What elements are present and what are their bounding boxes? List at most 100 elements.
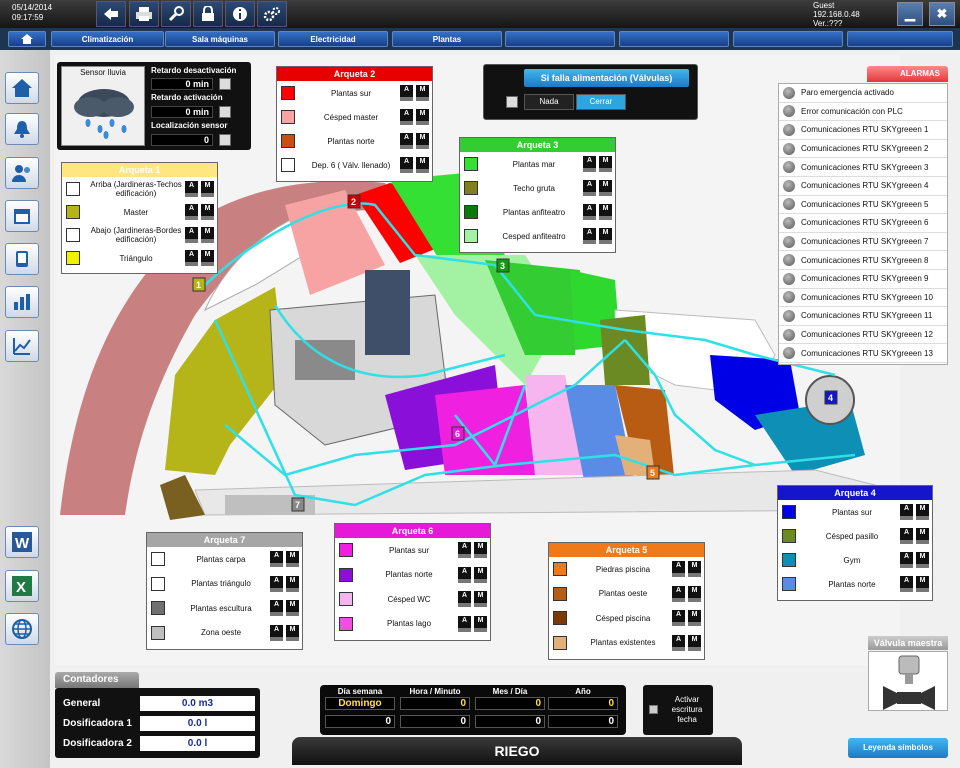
sidebar-excel-button[interactable]: X: [5, 570, 39, 602]
nav-empty-1[interactable]: [505, 31, 615, 47]
activar-escritura-checkbox[interactable]: [649, 705, 658, 714]
option-nada-button[interactable]: Nada: [524, 94, 574, 110]
auto-mode-button[interactable]: A: [185, 181, 198, 197]
auto-mode-button[interactable]: A: [458, 542, 471, 558]
dia-semana-input[interactable]: 0: [325, 715, 395, 728]
auto-mode-button[interactable]: A: [672, 561, 685, 577]
auto-mode-button[interactable]: A: [400, 85, 413, 101]
auto-mode-button[interactable]: A: [583, 228, 596, 244]
dia-semana-value[interactable]: Domingo: [325, 697, 395, 710]
auto-mode-button[interactable]: A: [185, 250, 198, 266]
anio-input[interactable]: 0: [548, 715, 618, 728]
auto-mode-button[interactable]: A: [583, 204, 596, 220]
sidebar-globe-button[interactable]: [5, 613, 39, 645]
manual-mode-button[interactable]: M: [286, 624, 299, 641]
close-icon[interactable]: ✖: [929, 2, 955, 26]
minimize-icon[interactable]: ▁: [897, 2, 923, 26]
back-arrow-icon[interactable]: [96, 1, 126, 27]
auto-mode-button[interactable]: A: [458, 615, 471, 632]
sidebar-users-button[interactable]: [5, 157, 39, 189]
manual-mode-button[interactable]: M: [201, 181, 214, 197]
manual-mode-button[interactable]: M: [916, 576, 929, 592]
retardo-activacion-value[interactable]: 0 min: [151, 106, 213, 118]
manual-mode-button[interactable]: M: [201, 204, 214, 220]
mes-input[interactable]: 0: [475, 715, 545, 728]
auto-mode-button[interactable]: A: [400, 133, 413, 149]
manual-mode-button[interactable]: M: [201, 227, 214, 243]
mes-value[interactable]: 0: [475, 697, 545, 710]
manual-mode-button[interactable]: M: [416, 133, 429, 149]
auto-mode-button[interactable]: A: [900, 528, 913, 544]
auto-mode-button[interactable]: A: [270, 600, 283, 616]
nav-sala-maquinas[interactable]: Sala máquinas: [165, 31, 275, 47]
nav-climatizacion[interactable]: Climatización: [51, 31, 164, 47]
anio-value[interactable]: 0: [548, 697, 618, 710]
sidebar-bar-chart-button[interactable]: [5, 286, 39, 318]
sidebar-home-button[interactable]: [5, 72, 39, 104]
manual-mode-button[interactable]: M: [201, 250, 214, 266]
sidebar-calendar-button[interactable]: [5, 200, 39, 232]
wrench-icon[interactable]: [219, 134, 231, 146]
manual-mode-button[interactable]: M: [474, 542, 487, 558]
manual-mode-button[interactable]: M: [916, 504, 929, 520]
leyenda-simbolos-button[interactable]: Leyenda símbolos: [848, 738, 948, 758]
auto-mode-button[interactable]: A: [900, 504, 913, 520]
auto-mode-button[interactable]: A: [672, 610, 685, 626]
retardo-desactivacion-value[interactable]: 0 min: [151, 78, 213, 90]
print-icon[interactable]: [129, 1, 159, 27]
manual-mode-button[interactable]: M: [599, 228, 612, 244]
nav-empty-3[interactable]: [733, 31, 843, 47]
wrench-icon[interactable]: [219, 106, 231, 118]
sidebar-alarm-button[interactable]: [5, 113, 39, 145]
auto-mode-button[interactable]: A: [400, 109, 413, 125]
hora-input[interactable]: 0: [400, 715, 470, 728]
auto-mode-button[interactable]: A: [583, 156, 596, 172]
lock-icon[interactable]: [193, 1, 223, 27]
wrench-icon[interactable]: [161, 1, 191, 27]
auto-mode-button[interactable]: A: [270, 624, 283, 641]
manual-mode-button[interactable]: M: [688, 610, 701, 626]
manual-mode-button[interactable]: M: [599, 204, 612, 220]
sidebar-word-button[interactable]: W: [5, 526, 39, 558]
auto-mode-button[interactable]: A: [185, 204, 198, 220]
manual-mode-button[interactable]: M: [688, 585, 701, 602]
manual-mode-button[interactable]: M: [474, 566, 487, 583]
manual-mode-button[interactable]: M: [474, 591, 487, 607]
option-cerrar-button[interactable]: Cerrar: [576, 94, 626, 110]
manual-mode-button[interactable]: M: [416, 157, 429, 173]
auto-mode-button[interactable]: A: [270, 575, 283, 592]
nav-electricidad[interactable]: Electricidad: [278, 31, 388, 47]
auto-mode-button[interactable]: A: [900, 552, 913, 568]
info-icon[interactable]: [225, 1, 255, 27]
manual-mode-button[interactable]: M: [416, 109, 429, 125]
manual-mode-button[interactable]: M: [599, 156, 612, 172]
nav-plantas[interactable]: Plantas: [392, 31, 502, 47]
manual-mode-button[interactable]: M: [916, 528, 929, 544]
sidebar-device-button[interactable]: [5, 243, 39, 275]
manual-mode-button[interactable]: M: [599, 180, 612, 196]
auto-mode-button[interactable]: A: [583, 180, 596, 196]
sidebar-line-chart-button[interactable]: [5, 330, 39, 362]
gears-icon[interactable]: [257, 1, 287, 27]
auto-mode-button[interactable]: A: [185, 227, 198, 243]
manual-mode-button[interactable]: M: [286, 600, 299, 616]
manual-mode-button[interactable]: M: [416, 85, 429, 101]
auto-mode-button[interactable]: A: [270, 551, 283, 567]
auto-mode-button[interactable]: A: [900, 576, 913, 592]
nav-home-button[interactable]: [8, 31, 46, 47]
auto-mode-button[interactable]: A: [458, 591, 471, 607]
auto-mode-button[interactable]: A: [400, 157, 413, 173]
hora-value[interactable]: 0: [400, 697, 470, 710]
manual-mode-button[interactable]: M: [688, 634, 701, 651]
nav-empty-4[interactable]: [847, 31, 953, 47]
valvula-maestra-icon[interactable]: [868, 651, 948, 711]
manual-mode-button[interactable]: M: [474, 615, 487, 632]
alarms-header[interactable]: ALARMAS: [867, 66, 948, 82]
wrench-icon[interactable]: [506, 96, 518, 108]
auto-mode-button[interactable]: A: [458, 566, 471, 583]
auto-mode-button[interactable]: A: [672, 634, 685, 651]
localizacion-sensor-value[interactable]: 0: [151, 134, 213, 146]
manual-mode-button[interactable]: M: [688, 561, 701, 577]
manual-mode-button[interactable]: M: [286, 551, 299, 567]
nav-empty-2[interactable]: [619, 31, 729, 47]
